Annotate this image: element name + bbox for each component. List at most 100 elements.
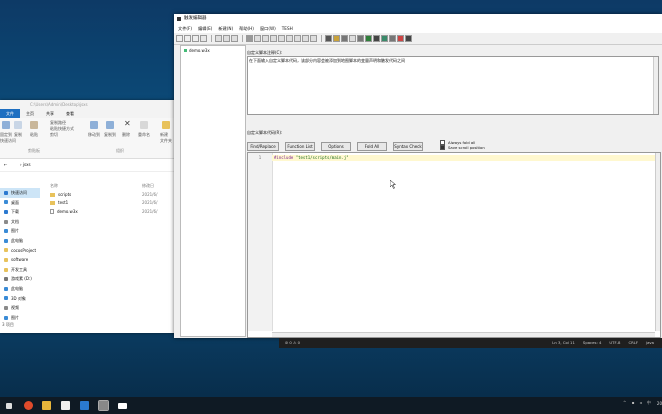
vscode-icon[interactable] bbox=[80, 401, 89, 410]
paste-button-label[interactable]: 粘贴 bbox=[30, 132, 38, 138]
script-comment-textarea[interactable]: 在下面输入自定义脚本代码，该部分内容会被添加到地图脚本的变量声明和触发代码之间 bbox=[247, 56, 659, 115]
nav-item[interactable]: 3D 对象 bbox=[0, 294, 40, 304]
toolbar-button-icon[interactable] bbox=[397, 35, 404, 42]
breadcrumb-folder[interactable]: jsxs bbox=[23, 162, 31, 167]
status-item[interactable]: Spaces: 4 bbox=[583, 338, 601, 348]
toolbar-button-icon[interactable] bbox=[349, 35, 356, 42]
nav-item[interactable]: 图片 bbox=[0, 313, 40, 323]
nav-item[interactable]: 下载 bbox=[0, 207, 40, 217]
menu-item[interactable]: 窗口(W) bbox=[260, 24, 276, 33]
toolbar-button-icon[interactable] bbox=[246, 35, 253, 42]
file-row[interactable]: test1 2021/6/ bbox=[50, 199, 176, 208]
code-scrollbar-horizontal[interactable] bbox=[272, 332, 655, 337]
toolbar-button-icon[interactable] bbox=[262, 35, 269, 42]
nav-item[interactable]: 开发工具 bbox=[0, 265, 40, 275]
toolbar-button-icon[interactable] bbox=[286, 35, 293, 42]
function-list-button[interactable]: Function List bbox=[285, 141, 315, 151]
breadcrumb[interactable]: › jsxs bbox=[20, 162, 31, 167]
syntax-check-button[interactable]: Syntax Check bbox=[393, 141, 423, 151]
new-folder-icon[interactable] bbox=[162, 121, 170, 129]
nav-item[interactable]: 此电脑 bbox=[0, 236, 40, 246]
back-arrow-icon[interactable]: ← bbox=[4, 159, 7, 171]
delete-icon[interactable]: ✕ bbox=[124, 119, 131, 128]
paste-icon[interactable] bbox=[30, 121, 38, 129]
copy-to-button[interactable]: 复制到 bbox=[104, 132, 116, 138]
code-line[interactable]: #include "test1/scripts/main.j" bbox=[272, 155, 655, 161]
status-item[interactable]: Ln 3, Col 11 bbox=[552, 338, 575, 348]
toolbar-button-icon[interactable] bbox=[215, 35, 222, 42]
toolbar-button-icon[interactable] bbox=[270, 35, 277, 42]
nav-item[interactable]: 文档 bbox=[0, 217, 40, 227]
tray-icons[interactable]: ^ ▪ ◂ 中 bbox=[623, 400, 653, 406]
toolbar-button-icon[interactable] bbox=[200, 35, 207, 42]
nav-item[interactable]: 桌面 bbox=[0, 198, 40, 208]
toolbar-button-icon[interactable] bbox=[278, 35, 285, 42]
nav-item[interactable]: cocosProject bbox=[0, 246, 40, 256]
app-taskbar-icon[interactable] bbox=[118, 403, 127, 409]
rename-button[interactable]: 重命名 bbox=[138, 132, 150, 138]
pin-icon[interactable] bbox=[2, 121, 10, 129]
file-explorer-icon[interactable] bbox=[42, 401, 51, 410]
toolbar-button-icon[interactable] bbox=[341, 35, 348, 42]
toolbar-button-icon[interactable] bbox=[294, 35, 301, 42]
options-button[interactable]: Options bbox=[321, 141, 351, 151]
tab-view[interactable]: 查看 bbox=[60, 109, 80, 118]
new-folder-button[interactable]: 新建 文件夹 bbox=[160, 132, 172, 144]
move-to-icon[interactable] bbox=[90, 121, 98, 129]
toolbar-button-icon[interactable] bbox=[184, 35, 191, 42]
toolbar-button-icon[interactable] bbox=[310, 35, 317, 42]
code-editor[interactable]: 1 #include "test1/scripts/main.j" bbox=[247, 152, 661, 338]
save-scroll-position-box[interactable] bbox=[440, 145, 445, 150]
tab-file[interactable]: 文件 bbox=[0, 109, 20, 118]
chrome-icon[interactable] bbox=[24, 401, 33, 410]
status-item[interactable]: java bbox=[646, 338, 654, 348]
toolbar-button-icon[interactable] bbox=[176, 35, 183, 42]
toolbar-button-icon[interactable] bbox=[357, 35, 364, 42]
address-bar[interactable]: ← › jsxs bbox=[0, 159, 176, 172]
nav-item[interactable]: software bbox=[0, 255, 40, 265]
menu-item[interactable]: 编辑(E) bbox=[198, 24, 212, 33]
find-replace-button[interactable]: Find/Replace bbox=[247, 141, 279, 151]
nav-item[interactable]: 视频 bbox=[0, 303, 40, 313]
cut-button[interactable]: 剪切 bbox=[50, 132, 58, 138]
column-name-header[interactable]: 名称 bbox=[50, 182, 142, 191]
tab-home[interactable]: 主页 bbox=[20, 109, 40, 118]
nav-item[interactable]: 图片 bbox=[0, 226, 40, 236]
copy-icon[interactable] bbox=[14, 121, 22, 129]
column-date-header[interactable]: 修改日 bbox=[142, 182, 154, 191]
move-to-button[interactable]: 移动到 bbox=[88, 132, 100, 138]
toolbar-button-icon[interactable] bbox=[389, 35, 396, 42]
status-item[interactable]: UTF-8 bbox=[609, 338, 620, 348]
typora-icon[interactable] bbox=[61, 401, 70, 410]
copy-button-label[interactable]: 复制 bbox=[14, 132, 22, 138]
fold-all-button[interactable]: Fold All bbox=[357, 141, 387, 151]
menu-item[interactable]: TESH bbox=[282, 24, 293, 33]
toolbar-button-icon[interactable] bbox=[302, 35, 309, 42]
toolbar-button-icon[interactable] bbox=[405, 35, 412, 42]
nav-item[interactable]: 游戏素 (D:) bbox=[0, 274, 40, 284]
toolbar-button-icon[interactable] bbox=[254, 35, 261, 42]
comment-scrollbar[interactable] bbox=[653, 57, 658, 114]
delete-button[interactable]: 删除 bbox=[122, 132, 130, 138]
copy-to-icon[interactable] bbox=[106, 121, 114, 129]
tab-share[interactable]: 共享 bbox=[40, 109, 60, 118]
toolbar-button-icon[interactable] bbox=[231, 35, 238, 42]
file-row[interactable]: scripts 2021/6/ bbox=[50, 191, 176, 200]
code-scrollbar-vertical[interactable] bbox=[655, 153, 660, 331]
file-row[interactable]: demo.w3x 2021/6/ bbox=[50, 208, 176, 217]
toolbar-button-icon[interactable] bbox=[365, 35, 372, 42]
toolbar-button-icon[interactable] bbox=[223, 35, 230, 42]
save-scroll-position-checkbox[interactable]: Save scroll position bbox=[440, 145, 485, 150]
trigger-editor-taskbar-icon[interactable] bbox=[98, 400, 109, 411]
status-item[interactable]: CRLF bbox=[628, 338, 638, 348]
menu-item[interactable]: 文件(F) bbox=[178, 24, 192, 33]
clock[interactable]: 20 bbox=[657, 401, 662, 406]
toolbar-button-icon[interactable] bbox=[325, 35, 332, 42]
toolbar-button-icon[interactable] bbox=[333, 35, 340, 42]
toolbar-button-icon[interactable] bbox=[192, 35, 199, 42]
nav-item[interactable]: 快速访问 bbox=[0, 188, 40, 198]
menu-item[interactable]: 帮助(H) bbox=[239, 24, 254, 33]
menu-item[interactable]: 新建(N) bbox=[218, 24, 233, 33]
tree-item-map[interactable]: demo.w3x bbox=[181, 46, 245, 55]
toolbar-button-icon[interactable] bbox=[381, 35, 388, 42]
